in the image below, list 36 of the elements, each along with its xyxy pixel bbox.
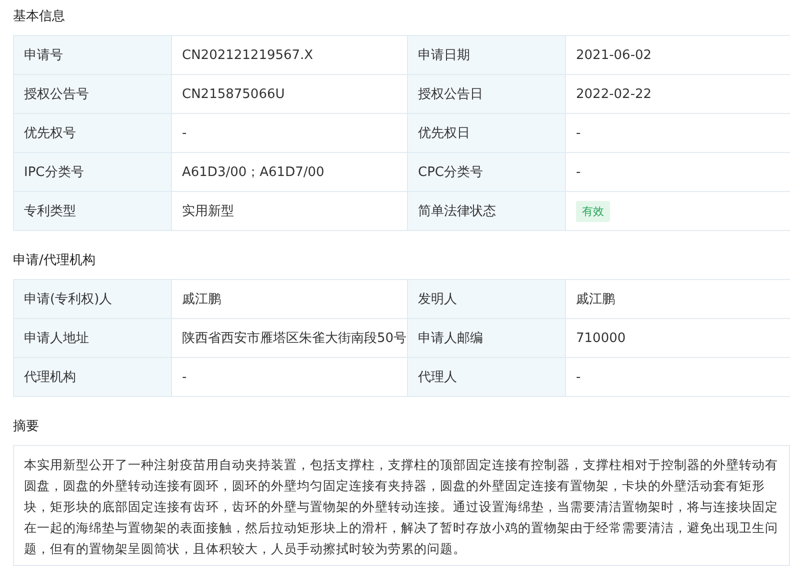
field-label: 申请日期 — [408, 36, 566, 75]
field-label: 代理人 — [408, 358, 566, 397]
field-value: 戚江鹏 — [182, 291, 221, 308]
status-badge: 有效 — [576, 200, 610, 222]
field-value: - — [182, 126, 187, 140]
section-title: 基本信息 — [13, 8, 66, 26]
field-value: - — [182, 370, 187, 384]
field-value: CN202121219567.X — [182, 48, 314, 62]
field-label: 授权公告号 — [14, 75, 172, 114]
field-label: 申请人邮编 — [408, 319, 566, 358]
abstract-text: 本实用新型公开了一种注射疫苗用自动夹持装置，包括支撑柱，支撑柱的顶部固定连接有控制器，支撑柱相对于控制器的外壁转动有圆盘，圆盘的外壁转动连接有圆环，圆环的外壁均匀固定连接有夹持器，圆盘的外壁固定连接有置物架，卡块的外壁活动套有矩形块，矩形块的底部固定连接有齿环，齿环的外壁与置物架的外壁转动连接。通过设置海绵垫，当需要清洁置物架时，将与连接块固定在一起的海绵垫与置物架的表面接触，然后拉动矩形块上的滑杆，解决了暂时存放小鸡的置物架由于经常需要清洁，避免出现卫生问题，但有的置物架呈圆筒状，且体积较大，人员手动擦拭时较为劳累的问题。 — [24, 456, 779, 558]
field-value: - — [576, 164, 581, 180]
field-label: 申请人地址 — [14, 319, 172, 358]
field-value: 实用新型 — [182, 203, 234, 220]
field-label: 专利类型 — [14, 192, 172, 231]
section-title: 摘要 — [13, 418, 40, 436]
field-label: 优先权号 — [14, 114, 172, 153]
field-label: 申请号 — [14, 36, 172, 75]
field-label: 优先权日 — [408, 114, 566, 153]
field-value: - — [576, 126, 581, 140]
field-value: 戚江鹏 — [576, 291, 615, 308]
field-label: 代理机构 — [14, 358, 172, 397]
field-value: A61D3/00；A61D7/00 — [182, 164, 324, 181]
field-value: 陕西省西安市雁塔区朱雀大街南段50号 — [182, 330, 407, 347]
field-value: 710000 — [576, 330, 626, 346]
field-value: - — [576, 370, 581, 384]
section-title: 申请/代理机构 — [13, 252, 96, 270]
field-label: 授权公告日 — [408, 75, 566, 114]
field-label: IPC分类号 — [14, 153, 172, 192]
field-label: 发明人 — [408, 280, 566, 319]
field-label: 申请(专利权)人 — [14, 280, 172, 319]
field-value: CN215875066U — [182, 86, 285, 102]
field-value: 2022-02-22 — [576, 86, 652, 102]
field-label: 简单法律状态 — [408, 192, 566, 231]
field-value: 2021-06-02 — [576, 48, 652, 62]
field-label: CPC分类号 — [408, 153, 566, 192]
